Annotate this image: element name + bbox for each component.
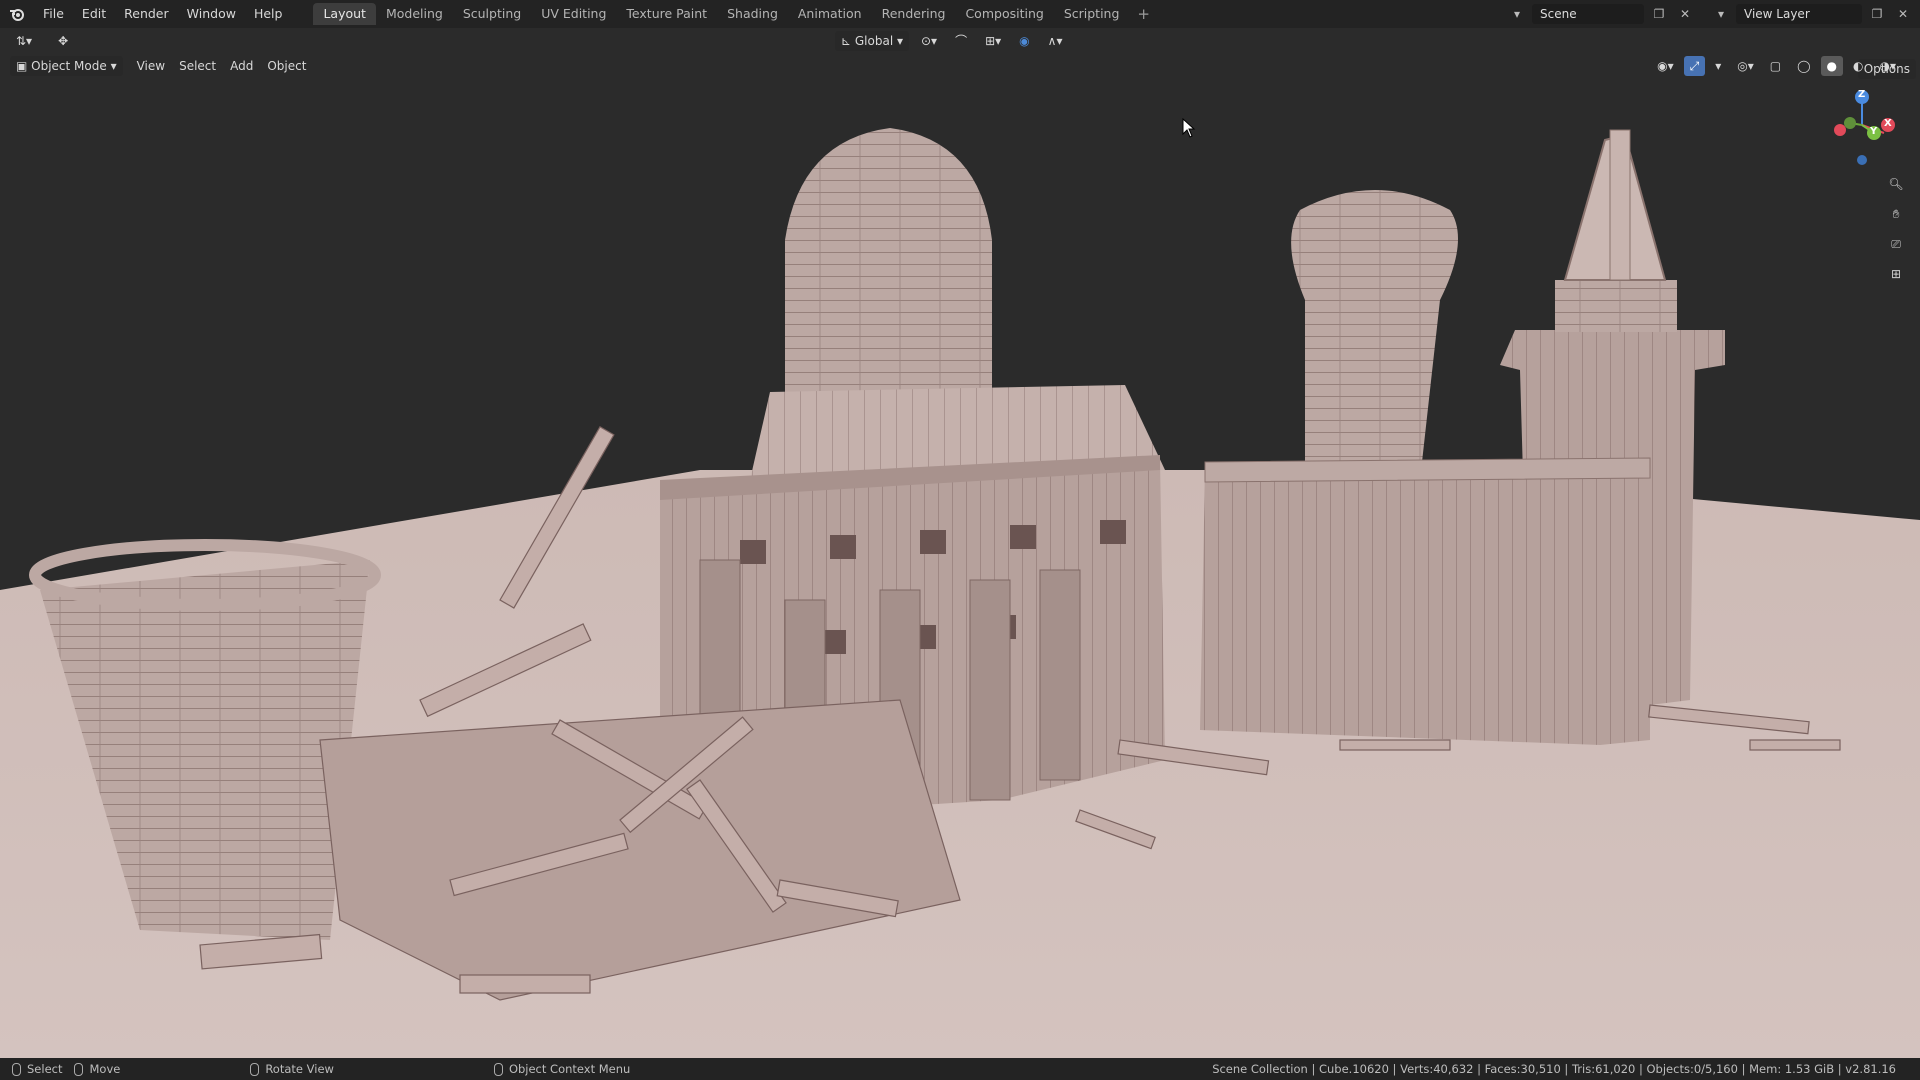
transform-orientation-select[interactable]: ⊾ Global ▾ [835,31,909,51]
blender-logo-icon[interactable] [0,0,34,28]
new-scene-icon[interactable]: ❐ [1648,4,1670,24]
proportional-falloff-icon[interactable]: ∧▾ [1042,31,1069,51]
new-view-layer-icon[interactable]: ❐ [1866,4,1888,24]
zoom-icon[interactable]: 🔍︎ [1882,170,1910,198]
middle-mouse-icon [250,1062,260,1076]
top-bar: File Edit Render Window Help Layout Modeling S… [0,0,1920,28]
viewport-menu-select[interactable]: Select [173,56,222,76]
3d-viewport[interactable] [0,28,1920,1058]
menu-file[interactable]: File [34,0,73,28]
workspace-tab-rendering[interactable]: Rendering [872,3,956,25]
gizmo-dropdown-icon[interactable]: ▾ [1709,56,1727,76]
xray-toggle-icon[interactable]: ▢ [1764,56,1787,76]
rendered-shading-icon[interactable]: ◑▾ [1874,56,1903,76]
editor-type-icon[interactable]: ⇅▾ [10,31,38,51]
left-drag-mouse-icon [74,1062,84,1076]
pivot-point-icon[interactable]: ⊙▾ [915,31,943,51]
gizmo-z-label: Z [1858,89,1866,100]
transform-tool-icon[interactable]: ✥ [52,31,74,51]
overlays-icon[interactable]: ◎▾ [1731,56,1760,76]
camera-view-icon[interactable]: ⎚ [1882,230,1910,258]
gizmo-x-label: X [1884,118,1892,129]
menu-window[interactable]: Window [178,0,245,28]
material-shading-icon[interactable]: ◐ [1847,56,1869,76]
workspace-tab-modeling[interactable]: Modeling [376,3,453,25]
menu-edit[interactable]: Edit [73,0,115,28]
delete-view-layer-icon[interactable]: ✕ [1892,4,1914,24]
viewport-menu-add[interactable]: Add [224,56,259,76]
status-context: Object Context Menu [493,1062,630,1076]
visibility-icon[interactable]: ◉▾ [1651,56,1680,76]
add-workspace-icon[interactable]: + [1129,5,1158,23]
proportional-editing-icon[interactable]: ◉ [1013,31,1035,51]
view-layer-name-field[interactable]: View Layer [1736,4,1862,24]
workspace-tab-sculpting[interactable]: Sculpting [453,3,531,25]
workspace-tab-texture-paint[interactable]: Texture Paint [616,3,717,25]
workspace-tab-scripting[interactable]: Scripting [1054,3,1130,25]
delete-scene-icon[interactable]: ✕ [1674,4,1696,24]
viewport-menu-object[interactable]: Object [261,56,312,76]
status-move: Move [74,1062,120,1076]
status-select: Select [12,1062,62,1076]
wireframe-shading-icon[interactable]: ◯ [1791,56,1816,76]
workspace-tab-animation[interactable]: Animation [788,3,872,25]
snap-icon[interactable]: ⌒ [949,31,973,51]
right-mouse-icon [493,1062,503,1076]
scene-selector-icon[interactable]: ▾ [1506,4,1528,24]
scene-name-field[interactable]: Scene [1532,4,1644,24]
workspace-tab-shading[interactable]: Shading [717,3,788,25]
status-rotate: Rotate View [250,1062,334,1076]
left-mouse-icon [12,1062,21,1076]
workspace-tab-layout[interactable]: Layout [313,3,376,25]
object-mode-icon: ▣ [16,59,32,73]
right-wall [1200,465,1650,745]
pan-hand-icon[interactable]: ✋︎ [1882,200,1910,228]
viewport-header: ⇅▾ ✥ ⊾ Global ▾ ⊙▾ ⌒ ⊞▾ ◉ ∧▾ Options [0,28,1920,79]
viewport-menu-view[interactable]: View [131,56,171,76]
view-layer-selector-icon[interactable]: ▾ [1710,4,1732,24]
right-dome-tower [1291,190,1458,480]
workspace-tab-uv-editing[interactable]: UV Editing [531,3,616,25]
workspace-tab-compositing[interactable]: Compositing [955,3,1053,25]
navigation-gizmo[interactable]: Z X Y [1822,85,1902,165]
gizmo-y-label: Y [1870,126,1878,137]
viewport-header-secondary: ▣ Object Mode ▾ View Select Add Object ◉▾ ⤢… [0,54,1920,78]
menu-render[interactable]: Render [115,0,178,28]
perspective-toggle-icon[interactable]: ⊞ [1882,260,1910,288]
left-dome-tower [785,128,992,395]
gizmo-toggle-icon[interactable]: ⤢ [1683,56,1706,76]
scene-render [0,128,1920,1058]
menu-help[interactable]: Help [245,0,292,28]
snap-target-icon[interactable]: ⊞▾ [979,31,1007,51]
scene-statistics: Scene Collection | Cube.10620 | Verts:40… [1212,1062,1896,1076]
solid-shading-icon[interactable]: ● [1820,56,1844,76]
object-mode-select[interactable]: ▣ Object Mode ▾ [10,56,123,76]
orientation-icon: ⊾ [841,34,855,48]
mouse-cursor-icon [1182,118,1196,138]
status-bar: Select Move Rotate View Object Context M… [0,1058,1920,1080]
